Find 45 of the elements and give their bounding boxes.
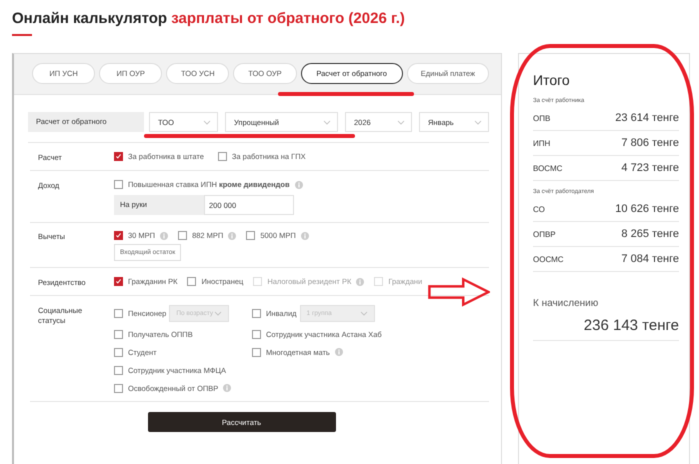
tax-amount: 8 265 тенге <box>621 228 679 240</box>
chevron-icon <box>323 120 331 124</box>
info-icon[interactable] <box>228 232 236 240</box>
checkbox[interactable] <box>114 152 123 161</box>
checkbox[interactable] <box>252 330 261 338</box>
info-icon[interactable] <box>160 232 168 240</box>
tax-amount: 4 723 тенге <box>621 162 679 174</box>
checkbox[interactable] <box>114 180 123 189</box>
tax-amount: 7 084 тенге <box>621 253 679 265</box>
summary-title: Итого <box>533 72 571 88</box>
chevron-icon <box>203 120 211 124</box>
tax-name: ОПВР <box>533 230 556 238</box>
checkbox[interactable] <box>114 366 123 374</box>
info-icon[interactable] <box>334 348 343 356</box>
tax-name: ИПН <box>533 138 550 148</box>
tax-name: ВОСМС <box>533 164 562 172</box>
checkbox[interactable] <box>114 231 123 240</box>
checkbox[interactable] <box>246 231 256 240</box>
total-label: К начислению <box>533 298 600 309</box>
page-title: Онлайн калькулятор <box>12 10 168 27</box>
chevron-icon <box>474 120 482 124</box>
checkbox[interactable] <box>187 277 196 286</box>
total-amount: 236 143 тенге <box>584 317 679 334</box>
tax-amount: 23 614 тенге <box>615 112 679 124</box>
checkbox[interactable] <box>178 231 188 240</box>
checkbox[interactable] <box>114 277 123 286</box>
checkbox[interactable] <box>252 309 261 318</box>
info-icon[interactable] <box>300 232 309 240</box>
tax-amount: 10 626 тенге <box>615 203 679 215</box>
checkbox[interactable] <box>114 384 123 392</box>
tax-name: ОПВ <box>533 114 550 122</box>
chevron-icon <box>360 311 368 316</box>
tax-name: СО <box>533 204 545 214</box>
info-icon[interactable] <box>223 384 232 392</box>
chevron-icon <box>397 120 405 124</box>
checkbox[interactable] <box>114 330 123 338</box>
tax-amount: 7 806 тенге <box>621 137 679 149</box>
page-title-highlight: зарплаты от обратного (2026 г.) <box>171 10 405 27</box>
checkbox[interactable] <box>218 152 227 161</box>
info-icon[interactable] <box>294 180 303 188</box>
chevron-icon <box>214 311 222 316</box>
checkbox[interactable] <box>252 348 261 356</box>
tax-name: ООСМС <box>533 254 564 264</box>
checkbox[interactable] <box>114 309 123 318</box>
checkbox[interactable] <box>114 348 123 356</box>
